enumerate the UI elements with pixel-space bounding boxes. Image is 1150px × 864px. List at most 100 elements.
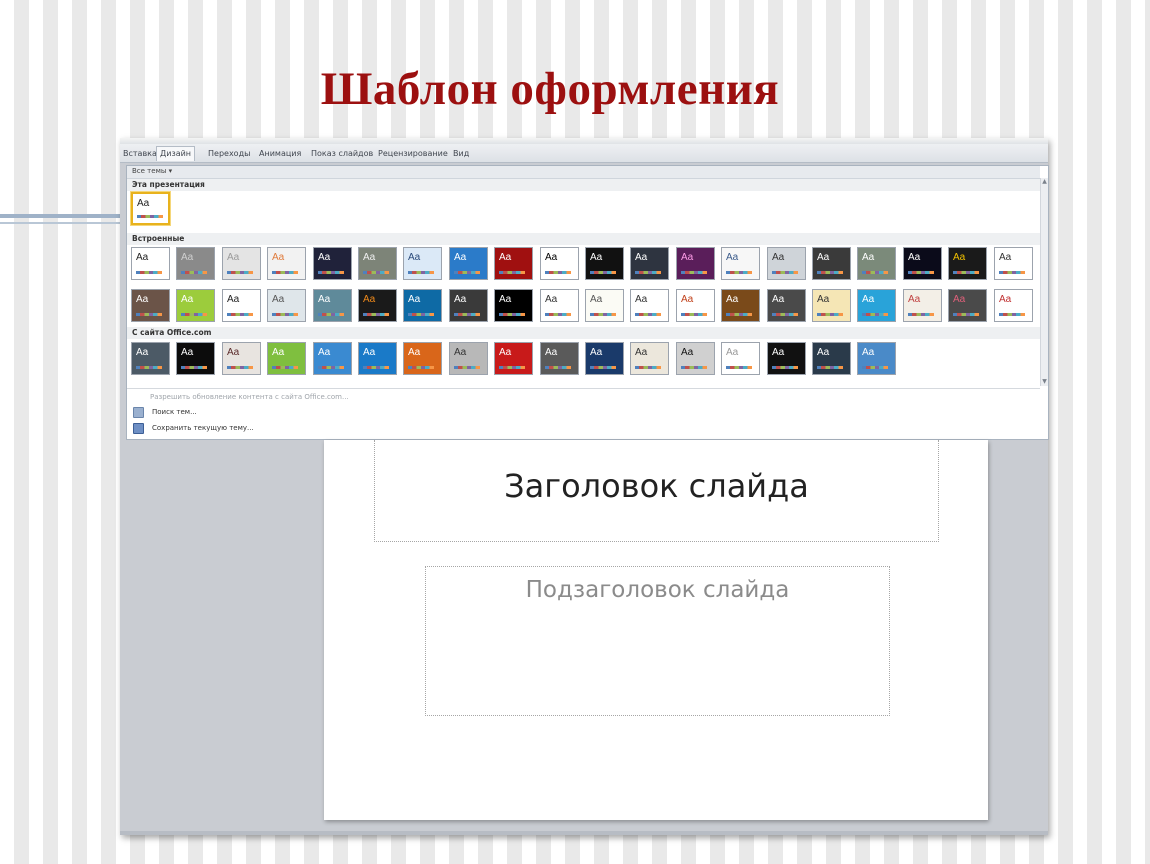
search-themes-menu-item[interactable]: Поиск тем... — [133, 406, 197, 418]
theme-color-swatches — [772, 313, 798, 316]
builtin-theme-thumbnail[interactable]: Aa — [948, 247, 987, 280]
theme-glyph: Aa — [454, 294, 467, 305]
builtin-theme-thumbnail[interactable]: Aa — [767, 247, 806, 280]
office-com-theme-thumbnail[interactable]: Aa — [313, 342, 352, 375]
builtin-theme-thumbnail[interactable]: Aa — [630, 289, 669, 322]
theme-color-swatches — [726, 313, 752, 316]
theme-glyph: Aa — [681, 294, 694, 305]
builtin-theme-thumbnail[interactable]: Aa — [494, 247, 533, 280]
theme-color-swatches — [454, 366, 480, 369]
builtin-theme-thumbnail[interactable]: Aa — [676, 247, 715, 280]
builtin-theme-thumbnail[interactable]: Aa — [903, 289, 942, 322]
theme-glyph: Aa — [772, 294, 785, 305]
theme-color-swatches — [137, 215, 163, 218]
theme-glyph: Aa — [862, 347, 875, 358]
tab-insert[interactable]: Вставка — [120, 147, 160, 161]
title-placeholder[interactable]: Заголовок слайда — [374, 440, 939, 542]
office-com-theme-thumbnail[interactable]: Aa — [403, 342, 442, 375]
office-com-theme-thumbnail[interactable]: Aa — [630, 342, 669, 375]
folder-search-icon — [133, 406, 144, 418]
tab-design[interactable]: Дизайн — [156, 146, 196, 161]
builtin-theme-thumbnail[interactable]: Aa — [176, 289, 215, 322]
builtin-theme-thumbnail[interactable]: Aa — [222, 289, 261, 322]
builtin-theme-thumbnail[interactable]: Aa — [267, 289, 306, 322]
theme-color-swatches — [590, 271, 616, 274]
builtin-theme-thumbnail[interactable]: Aa — [585, 289, 624, 322]
builtin-theme-thumbnail[interactable]: Aa — [358, 247, 397, 280]
office-com-theme-thumbnail[interactable]: Aa — [449, 342, 488, 375]
builtin-theme-thumbnail[interactable]: Aa — [857, 247, 896, 280]
tab-transitions[interactable]: Переходы — [205, 147, 253, 161]
slide-canvas[interactable]: Заголовок слайда Подзаголовок слайда — [324, 440, 988, 820]
tab-review[interactable]: Рецензирование — [375, 147, 451, 161]
gallery-scrollbar[interactable]: ▲ ▼ — [1040, 178, 1048, 386]
scroll-up-icon[interactable]: ▲ — [1041, 178, 1048, 186]
theme-color-swatches — [136, 366, 162, 369]
builtin-theme-thumbnail[interactable]: Aa — [222, 247, 261, 280]
builtin-theme-thumbnail[interactable]: Aa — [812, 247, 851, 280]
office-com-theme-thumbnail[interactable]: Aa — [131, 342, 170, 375]
builtin-theme-thumbnail[interactable]: Aa — [540, 289, 579, 322]
theme-glyph: Aa — [545, 294, 558, 305]
builtin-theme-thumbnail[interactable]: Aa — [313, 247, 352, 280]
save-theme-menu-item[interactable]: Сохранить текущую тему... — [133, 422, 254, 434]
builtin-theme-thumbnail[interactable]: Aa — [403, 289, 442, 322]
office-com-theme-thumbnail[interactable]: Aa — [812, 342, 851, 375]
theme-color-swatches — [181, 271, 207, 274]
theme-glyph: Aa — [272, 347, 285, 358]
office-com-theme-thumbnail[interactable]: Aa — [676, 342, 715, 375]
builtin-theme-thumbnail[interactable]: Aa — [540, 247, 579, 280]
theme-glyph: Aa — [408, 252, 421, 263]
builtin-theme-thumbnail[interactable]: Aa — [767, 289, 806, 322]
theme-glyph: Aa — [137, 198, 150, 209]
builtin-theme-thumbnail[interactable]: Aa — [721, 289, 760, 322]
office-com-theme-thumbnail[interactable]: Aa — [540, 342, 579, 375]
all-themes-filter[interactable]: Все темы ▾ — [132, 167, 172, 175]
tab-animation[interactable]: Анимация — [256, 147, 304, 161]
builtin-theme-thumbnail[interactable]: Aa — [176, 247, 215, 280]
builtin-theme-thumbnail[interactable]: Aa — [585, 247, 624, 280]
office-com-theme-thumbnail[interactable]: Aa — [494, 342, 533, 375]
office-com-theme-thumbnail[interactable]: Aa — [721, 342, 760, 375]
builtin-theme-thumbnail[interactable]: Aa — [812, 289, 851, 322]
builtin-theme-thumbnail[interactable]: Aa — [313, 289, 352, 322]
builtin-theme-thumbnail[interactable]: Aa — [358, 289, 397, 322]
builtin-theme-thumbnail[interactable]: Aa — [994, 247, 1033, 280]
office-com-theme-thumbnail[interactable]: Aa — [267, 342, 306, 375]
builtin-theme-thumbnail[interactable]: Aa — [267, 247, 306, 280]
theme-color-swatches — [681, 271, 707, 274]
current-theme-thumbnail[interactable]: Aa — [131, 192, 170, 225]
subtitle-placeholder[interactable]: Подзаголовок слайда — [425, 566, 890, 716]
builtin-theme-thumbnail[interactable]: Aa — [403, 247, 442, 280]
builtin-theme-thumbnail[interactable]: Aa — [903, 247, 942, 280]
theme-glyph: Aa — [681, 347, 694, 358]
builtin-theme-thumbnail[interactable]: Aa — [449, 289, 488, 322]
enable-updates-menu-item[interactable]: Разрешить обновление контента с сайта Of… — [150, 391, 349, 403]
tab-slideshow[interactable]: Показ слайдов — [308, 147, 376, 161]
theme-glyph: Aa — [318, 252, 331, 263]
theme-glyph: Aa — [635, 294, 648, 305]
office-com-theme-thumbnail[interactable]: Aa — [585, 342, 624, 375]
builtin-theme-thumbnail[interactable]: Aa — [948, 289, 987, 322]
theme-color-swatches — [181, 366, 207, 369]
office-com-theme-thumbnail[interactable]: Aa — [176, 342, 215, 375]
office-com-theme-thumbnail[interactable]: Aa — [857, 342, 896, 375]
builtin-theme-thumbnail[interactable]: Aa — [994, 289, 1033, 322]
theme-color-swatches — [999, 313, 1025, 316]
scroll-down-icon[interactable]: ▼ — [1041, 378, 1048, 386]
builtin-theme-thumbnail[interactable]: Aa — [131, 289, 170, 322]
theme-color-swatches — [499, 313, 525, 316]
builtin-theme-thumbnail[interactable]: Aa — [630, 247, 669, 280]
office-com-theme-thumbnail[interactable]: Aa — [767, 342, 806, 375]
builtin-theme-thumbnail[interactable]: Aa — [676, 289, 715, 322]
theme-glyph: Aa — [817, 294, 830, 305]
builtin-theme-thumbnail[interactable]: Aa — [449, 247, 488, 280]
office-com-theme-thumbnail[interactable]: Aa — [222, 342, 261, 375]
builtin-theme-thumbnail[interactable]: Aa — [857, 289, 896, 322]
builtin-theme-thumbnail[interactable]: Aa — [494, 289, 533, 322]
theme-color-swatches — [499, 271, 525, 274]
tab-view[interactable]: Вид — [450, 147, 472, 161]
builtin-theme-thumbnail[interactable]: Aa — [131, 247, 170, 280]
builtin-theme-thumbnail[interactable]: Aa — [721, 247, 760, 280]
office-com-theme-thumbnail[interactable]: Aa — [358, 342, 397, 375]
